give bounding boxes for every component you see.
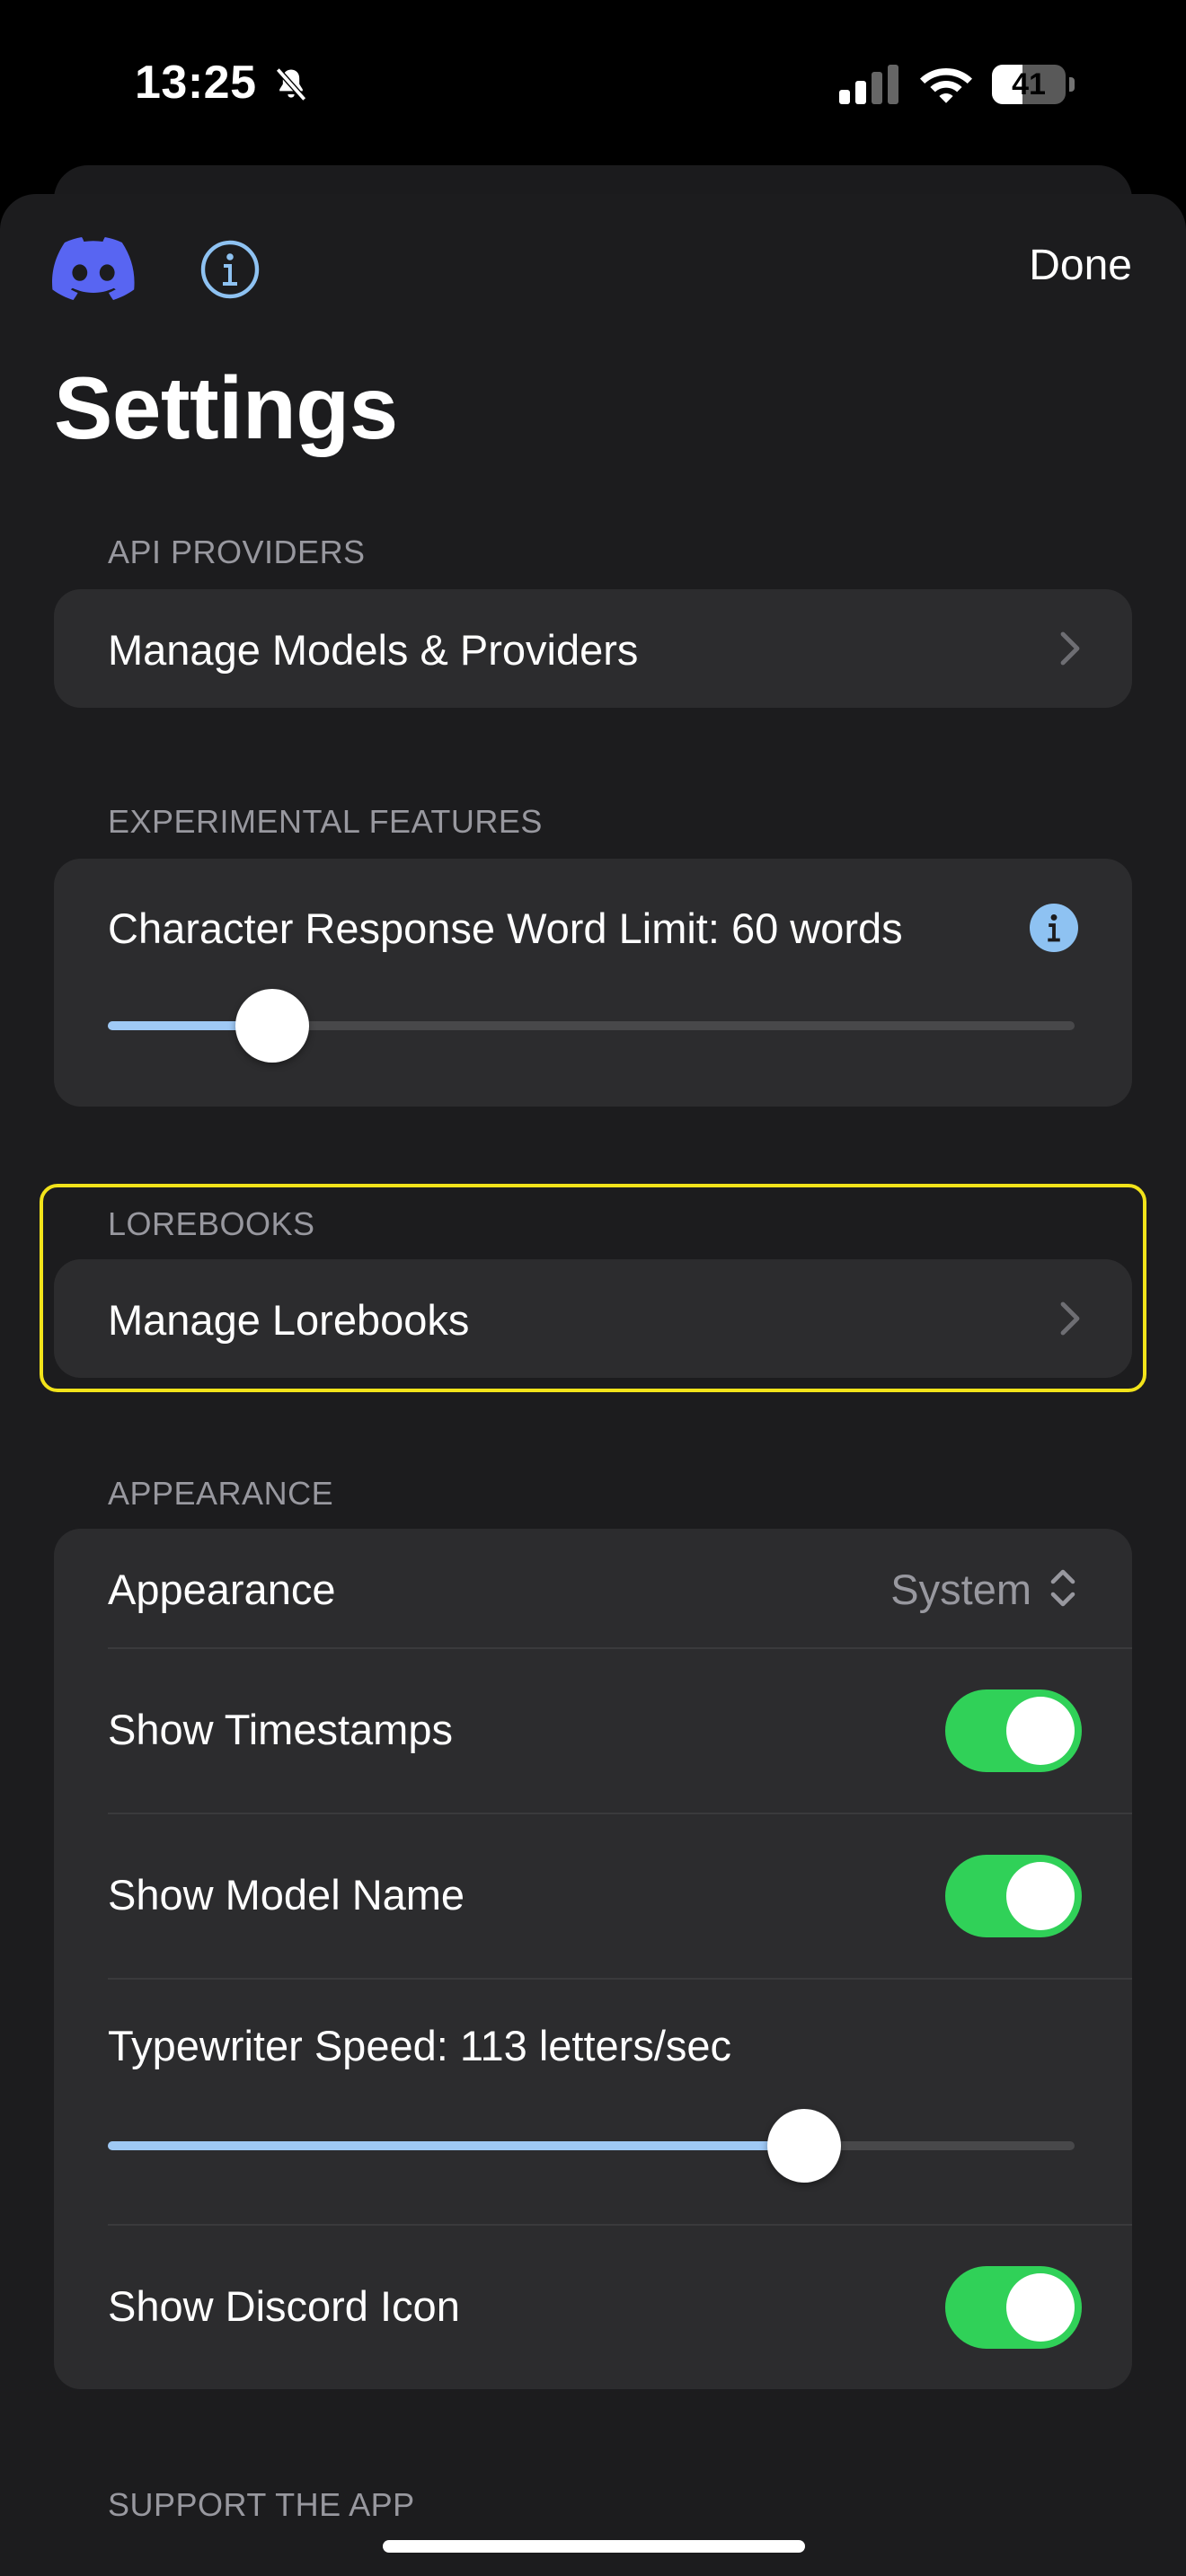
info-icon[interactable]: [199, 239, 261, 300]
word-limit-label: Character Response Word Limit: 60 words: [108, 904, 903, 952]
show-discord-icon-label: Show Discord Icon: [108, 2282, 460, 2330]
home-indicator: [383, 2540, 805, 2553]
manage-lorebooks-label: Manage Lorebooks: [108, 1296, 470, 1344]
typewriter-speed-row: Typewriter Speed: 113 letters/sec: [54, 1980, 1132, 2224]
section-header-support: SUPPORT THE APP: [108, 2486, 415, 2523]
chevron-up-down-icon: [1050, 1569, 1075, 1607]
section-header-api-providers: API PROVIDERS: [108, 534, 366, 570]
screen: 13:25 41 Done Settings API PROVIDERS Man…: [0, 0, 1186, 2576]
appearance-value: System: [890, 1566, 1031, 1613]
section-header-appearance: APPEARANCE: [108, 1475, 334, 1512]
word-limit-slider-thumb[interactable]: [235, 989, 309, 1063]
manage-models-row[interactable]: Manage Models & Providers: [54, 589, 1132, 708]
battery-body: 41: [992, 65, 1066, 104]
word-limit-slider[interactable]: [108, 989, 1075, 1063]
show-model-name-toggle[interactable]: [945, 1855, 1082, 1937]
chevron-right-icon: [1060, 1301, 1080, 1336]
show-discord-icon-toggle[interactable]: [945, 2266, 1082, 2349]
typewriter-speed-slider[interactable]: [108, 2109, 1075, 2183]
battery-cap: [1069, 77, 1075, 92]
lorebooks-group: Manage Lorebooks: [54, 1259, 1132, 1378]
show-timestamps-label: Show Timestamps: [108, 1706, 453, 1753]
battery-indicator: 41: [992, 65, 1075, 104]
show-discord-icon-row: Show Discord Icon: [54, 2226, 1132, 2389]
info-badge-icon[interactable]: [1030, 904, 1078, 952]
show-model-name-label: Show Model Name: [108, 1871, 465, 1919]
wifi-icon: [920, 68, 972, 103]
battery-percent: 41: [1012, 67, 1046, 101]
typewriter-speed-slider-fill: [108, 2141, 804, 2150]
experimental-group: Character Response Word Limit: 60 words: [54, 859, 1132, 1107]
manage-models-label: Manage Models & Providers: [108, 626, 639, 674]
chevron-right-icon: [1060, 631, 1080, 666]
page-title: Settings: [54, 358, 398, 457]
typewriter-speed-slider-thumb[interactable]: [766, 2109, 841, 2183]
section-header-lorebooks: LOREBOOKS: [108, 1205, 315, 1242]
typewriter-speed-label: Typewriter Speed: 113 letters/sec: [108, 2022, 732, 2069]
discord-icon[interactable]: [52, 237, 135, 300]
show-model-name-row: Show Model Name: [54, 1814, 1132, 1978]
appearance-picker-row[interactable]: Appearance System: [54, 1529, 1132, 1647]
toggle-knob: [1006, 1697, 1075, 1765]
toggle-knob: [1006, 1862, 1075, 1930]
status-time: 13:25: [135, 57, 257, 109]
show-timestamps-row: Show Timestamps: [54, 1649, 1132, 1813]
bell-slash-icon: [275, 67, 307, 101]
toggle-knob: [1006, 2273, 1075, 2342]
section-header-experimental: EXPERIMENTAL FEATURES: [108, 803, 543, 840]
appearance-group: Appearance System Show Timestamps Show M…: [54, 1529, 1132, 2389]
appearance-label: Appearance: [108, 1566, 336, 1613]
cellular-signal-icon: [839, 65, 898, 104]
show-timestamps-toggle[interactable]: [945, 1689, 1082, 1772]
manage-lorebooks-row[interactable]: Manage Lorebooks: [54, 1259, 1132, 1378]
done-button[interactable]: Done: [1029, 241, 1132, 290]
api-providers-group: Manage Models & Providers: [54, 589, 1132, 708]
